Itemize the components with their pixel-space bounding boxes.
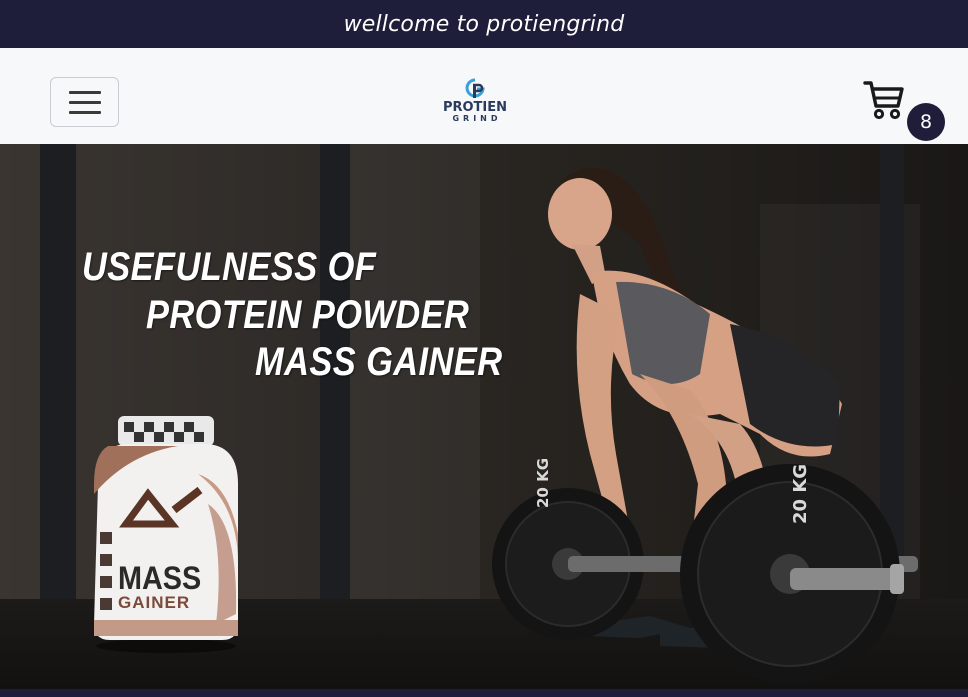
navbar: PROTIEN GRIND 8 bbox=[0, 48, 968, 144]
product-subname: GAINER bbox=[118, 593, 191, 612]
cart-button[interactable]: 8 bbox=[862, 78, 946, 141]
logo-icon bbox=[465, 78, 485, 98]
hero-banner[interactable]: USEFULNESS OF PROTEIN POWDER MASS GAINER… bbox=[0, 144, 968, 689]
logo-subname: GRIND bbox=[452, 114, 502, 123]
cart-count-badge: 8 bbox=[907, 103, 945, 141]
barbell-image bbox=[492, 464, 918, 684]
plate-label-right: 20 KG bbox=[790, 463, 811, 524]
bottom-strip bbox=[0, 689, 968, 697]
welcome-banner: wellcome to protiengrind bbox=[0, 0, 968, 48]
hero-headline-line3: MASS GAINER bbox=[255, 340, 503, 384]
hamburger-icon-bar bbox=[68, 100, 101, 104]
hero-headline-line1: USEFULNESS OF bbox=[82, 245, 377, 289]
rack-post bbox=[40, 144, 76, 634]
hero-headline-line2: PROTEIN POWDER bbox=[146, 293, 470, 337]
plate-label-left: 20 KG bbox=[534, 457, 552, 508]
site-logo[interactable]: PROTIEN GRIND bbox=[438, 78, 512, 128]
cart-icon bbox=[863, 81, 904, 120]
mass-gainer-product-image bbox=[94, 416, 238, 653]
logo-name: PROTIEN bbox=[442, 100, 508, 115]
welcome-text: wellcome to protiengrind bbox=[343, 11, 625, 37]
hamburger-icon bbox=[68, 90, 101, 94]
hamburger-icon-bar bbox=[68, 110, 101, 114]
menu-toggle-button[interactable] bbox=[50, 77, 119, 127]
product-name: MASS bbox=[118, 560, 202, 596]
